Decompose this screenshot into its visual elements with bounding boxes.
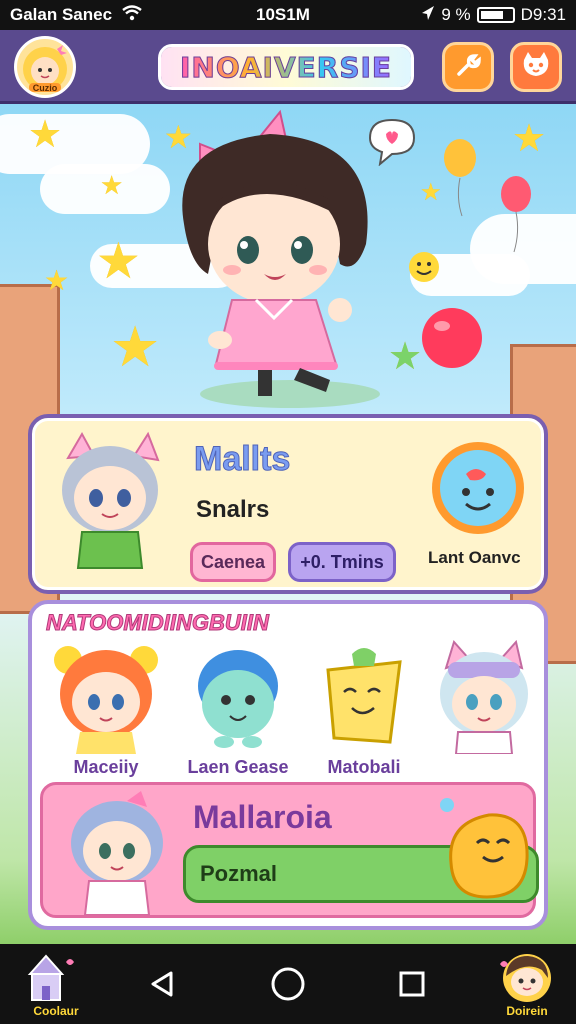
balloon-icon bbox=[501, 176, 531, 253]
avatar-caption: Cuzio bbox=[32, 83, 58, 93]
tag-button-pink[interactable]: Caenea bbox=[190, 542, 276, 582]
star-icon: ★ bbox=[512, 118, 547, 160]
castle-icon bbox=[27, 954, 74, 1001]
star-icon: ★ bbox=[44, 265, 70, 296]
carrier-name: Galan Sanec bbox=[10, 5, 113, 24]
character-portrait bbox=[440, 639, 528, 755]
profile-caption: Doirein bbox=[506, 1004, 548, 1018]
app-logo-text: INOAIVERSIE bbox=[179, 50, 393, 84]
character-slot[interactable]: Matobali bbox=[304, 638, 424, 778]
star-icon: ★ bbox=[420, 179, 442, 206]
globe-creature-icon[interactable] bbox=[426, 434, 530, 538]
battery-icon bbox=[476, 7, 515, 23]
character-name: Maceiiy bbox=[73, 757, 139, 777]
bottom-nav-bar: Coolaur Doirein bbox=[0, 944, 576, 1024]
smiley-icon bbox=[409, 252, 439, 282]
main-character[interactable] bbox=[160, 104, 400, 414]
status-clock: 10S1M bbox=[256, 5, 310, 24]
star-icon: ★ bbox=[96, 233, 141, 289]
tools-button[interactable] bbox=[442, 42, 494, 92]
battery-percent: 9 % bbox=[441, 5, 471, 24]
status-bar: Galan Sanec 10S1M 9 % D9:31 bbox=[0, 0, 576, 30]
profile-nav-button[interactable]: Doirein bbox=[492, 950, 562, 1020]
back-triangle-icon bbox=[151, 971, 173, 997]
wifi-icon bbox=[122, 4, 142, 26]
character-collection-panel: NATOOMIDIINGBUIIN Maceiiy Laen Gease Mat… bbox=[28, 600, 548, 930]
card-side-label: Lant Oanvc bbox=[428, 548, 521, 567]
character-portrait bbox=[54, 646, 158, 754]
battery-extra: D9:31 bbox=[520, 5, 566, 24]
pet-character-portrait bbox=[62, 431, 160, 569]
back-button[interactable] bbox=[142, 964, 182, 1004]
wrench-icon bbox=[453, 50, 483, 85]
event-action-label: Pozmal bbox=[200, 861, 278, 886]
blob-pet-icon bbox=[440, 798, 529, 899]
pet-menu-button[interactable] bbox=[510, 42, 562, 92]
featured-pet-card[interactable]: Mallts Snalrs Caenea +0. Tmins Lant Oanv… bbox=[28, 414, 548, 594]
character-portrait bbox=[198, 650, 278, 748]
profile-avatar-icon bbox=[500, 954, 551, 1002]
top-header: Cuzio INOAIVERSIE bbox=[0, 30, 576, 104]
character-slot[interactable]: Laen Gease bbox=[178, 638, 298, 778]
star-icon: ★ bbox=[28, 114, 63, 156]
character-name: Matobali bbox=[327, 757, 401, 777]
recents-square-icon bbox=[399, 971, 425, 997]
time-tag-button[interactable]: +0. Tmins bbox=[288, 542, 396, 582]
home-circle-icon bbox=[271, 967, 305, 1001]
collection-banner: NATOOMIDIINGBUIIN bbox=[46, 610, 270, 636]
card-subtitle: Snalrs bbox=[196, 496, 270, 523]
game-scene: ★ ★ ★ ★ ★ ★ ★ ★ ★ Mallts Snalrs Caenea +… bbox=[0, 104, 576, 944]
event-title: Mallaroia bbox=[193, 799, 332, 835]
card-title: Mallts bbox=[193, 440, 291, 479]
profile-avatar[interactable]: Cuzio bbox=[14, 36, 76, 98]
character-slot[interactable]: Maceiiy bbox=[46, 638, 166, 778]
event-character-portrait bbox=[71, 791, 163, 915]
star-icon: ★ bbox=[100, 170, 124, 200]
home-caption: Coolaur bbox=[33, 1004, 79, 1018]
home-button[interactable] bbox=[268, 964, 308, 1004]
home-castle-button[interactable]: Coolaur bbox=[16, 950, 96, 1020]
character-slot[interactable] bbox=[424, 638, 544, 778]
app-logo: INOAIVERSIE bbox=[158, 44, 414, 90]
cat-face-icon bbox=[520, 50, 552, 85]
balloon-icon bbox=[444, 139, 476, 217]
recents-button[interactable] bbox=[392, 964, 432, 1004]
character-name: Laen Gease bbox=[187, 757, 289, 777]
location-arrow-icon bbox=[421, 5, 435, 26]
star-icon: ★ bbox=[110, 315, 161, 378]
balloon-icon bbox=[422, 308, 482, 368]
character-portrait bbox=[326, 648, 402, 744]
featured-event-card[interactable]: Mallaroia Pozmal bbox=[40, 782, 539, 918]
